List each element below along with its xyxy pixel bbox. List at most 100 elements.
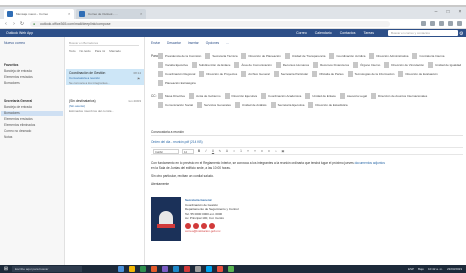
list-item[interactable]: Coordinación de Gestión Convocatoria a r… bbox=[66, 69, 144, 85]
taskbar-app-icon[interactable] bbox=[195, 266, 201, 272]
nav-link-mail[interactable]: Correo bbox=[296, 31, 307, 35]
menu-icon[interactable] bbox=[457, 21, 462, 26]
underline-icon[interactable]: U bbox=[211, 149, 215, 154]
forward-icon[interactable]: › bbox=[11, 21, 17, 27]
recipient-chip[interactable]: Dirección Ejecutiva bbox=[224, 93, 257, 99]
options-button[interactable]: Opciones bbox=[206, 41, 219, 45]
recipient-chip[interactable]: Órgano Interno bbox=[353, 62, 380, 68]
recipient-chip[interactable]: Comunicación Social bbox=[158, 102, 193, 108]
message-body[interactable]: Con fundamento en lo previsto en el Regl… bbox=[151, 161, 463, 187]
folder-account-header[interactable]: Secretaría General bbox=[4, 99, 32, 104]
image-icon[interactable]: ▣ bbox=[281, 149, 285, 154]
url-field[interactable]: ● outlook.office365.com/mail/deeplink/co… bbox=[30, 21, 390, 27]
recipient-chip[interactable]: Dirección de Estadística bbox=[308, 102, 348, 108]
taskbar-app-icon[interactable] bbox=[184, 266, 190, 272]
recipient-chip[interactable]: Dirección de Vinculación bbox=[384, 62, 424, 68]
font-select[interactable]: Calibri bbox=[153, 148, 179, 154]
taskbar-app-icon[interactable] bbox=[140, 266, 146, 272]
filter-to-me[interactable]: Para mí bbox=[95, 49, 106, 53]
close-icon[interactable]: × bbox=[457, 9, 463, 15]
recipient-chip[interactable]: Coordinación Académica bbox=[261, 93, 301, 99]
tray-clock-time[interactable]: 10:42 a. m. bbox=[428, 267, 443, 271]
recipient-chip[interactable]: Dirección de Asuntos Internacionales bbox=[370, 93, 427, 99]
align-left-icon[interactable]: ≡ bbox=[260, 149, 264, 154]
list-item[interactable]: (Sin destinatarios) (Sin asunto) Estimad… bbox=[66, 97, 144, 113]
recipient-chip[interactable]: Unidad de Enlace bbox=[305, 93, 336, 99]
extension-icon[interactable] bbox=[430, 21, 435, 26]
tray-battery[interactable]: Bajo bbox=[418, 267, 424, 271]
windows-start-icon[interactable]: ⊞ bbox=[3, 266, 9, 272]
taskbar-app-icon[interactable] bbox=[173, 266, 179, 272]
cc-recipients[interactable]: Mesa Directiva Junta de Gobierno Dirección… bbox=[158, 93, 463, 108]
maximize-icon[interactable]: □ bbox=[445, 9, 451, 15]
subject-field[interactable]: Convocatoria a reunión bbox=[151, 130, 463, 136]
tray-clock-date[interactable]: 23/03/2023 bbox=[447, 267, 462, 271]
font-color-icon[interactable]: A bbox=[225, 149, 229, 154]
indent-icon[interactable]: » bbox=[253, 149, 257, 154]
taskbar-app-icon[interactable] bbox=[206, 266, 212, 272]
body-link[interactable]: documentos adjuntos bbox=[355, 161, 385, 165]
extension-icon[interactable] bbox=[439, 21, 444, 26]
recipient-chip[interactable]: Junta de Gobierno bbox=[188, 93, 221, 99]
tab-close-icon[interactable]: × bbox=[140, 12, 144, 16]
recipient-chip[interactable]: Dirección de Planeación bbox=[241, 53, 281, 59]
recipient-chip[interactable]: Dirección Administrativa bbox=[369, 53, 408, 59]
more-button[interactable]: ... bbox=[226, 41, 229, 45]
recipient-chip[interactable]: Unidad de Igualdad bbox=[428, 62, 461, 68]
to-recipients[interactable]: Presidencia de la Comisión Secretaría Téc… bbox=[158, 53, 463, 86]
highlight-icon[interactable]: ✎ bbox=[218, 149, 222, 154]
recipient-chip[interactable]: Servicios Generales bbox=[197, 102, 231, 108]
list-search-input[interactable]: Buscar en Borradores bbox=[69, 41, 139, 46]
folder-item[interactable]: Borradores bbox=[4, 81, 20, 86]
social-icon[interactable] bbox=[185, 222, 191, 229]
folder-item[interactable]: Elementos enviados bbox=[4, 75, 33, 80]
social-icon[interactable] bbox=[201, 222, 207, 229]
recipient-chip[interactable]: Secretaría Particular bbox=[273, 71, 308, 77]
social-icon[interactable] bbox=[193, 222, 199, 229]
recipient-chip[interactable]: Recursos Financieros bbox=[313, 62, 349, 68]
recipient-chip[interactable]: Vocalía Ejecutiva bbox=[158, 62, 188, 68]
folder-item[interactable]: Elementos enviados bbox=[4, 117, 33, 122]
flag-icon[interactable]: ⚑ bbox=[137, 77, 141, 81]
back-icon[interactable]: ‹ bbox=[3, 21, 9, 27]
folder-item[interactable]: Bandeja de entrada bbox=[4, 105, 32, 110]
recipient-chip[interactable]: Unidad de Transparencia bbox=[284, 53, 325, 59]
folder-favorites-header[interactable]: Favoritos bbox=[4, 63, 18, 68]
recipient-chip[interactable]: Unidad de Análisis bbox=[234, 102, 267, 108]
filter-flagged[interactable]: Marcado bbox=[109, 49, 121, 53]
taskbar-app-icon[interactable] bbox=[217, 266, 223, 272]
recipient-chip[interactable]: Archivo General bbox=[241, 71, 270, 77]
taskbar-app-icon[interactable] bbox=[151, 266, 157, 272]
extension-icon[interactable] bbox=[448, 21, 453, 26]
recipient-chip[interactable]: Recursos Humanos bbox=[275, 62, 309, 68]
attachment-link[interactable]: Orden del día - reunión.pdf (214 KB) bbox=[151, 140, 203, 144]
recipient-chip[interactable]: Contraloría Interna bbox=[412, 53, 444, 59]
minimize-icon[interactable]: – bbox=[433, 9, 439, 15]
filter-unread[interactable]: No leído bbox=[80, 49, 91, 53]
recipient-chip[interactable]: Secretaría Técnica bbox=[205, 53, 237, 59]
recipient-chip[interactable]: Dirección de Evaluación bbox=[398, 71, 438, 77]
browser-tab[interactable]: Correo de Outlook - ... × bbox=[76, 9, 146, 19]
taskbar-app-icon[interactable] bbox=[228, 266, 234, 272]
insert-button[interactable]: Insertar bbox=[188, 41, 199, 45]
nav-link-contacts[interactable]: Contactos bbox=[340, 31, 356, 35]
new-mail-button[interactable]: Nuevo correo bbox=[4, 41, 25, 45]
nav-link-calendar[interactable]: Calendario bbox=[315, 31, 332, 35]
browser-tab[interactable]: Mensaje nuevo - Correo × bbox=[4, 9, 74, 19]
reload-icon[interactable]: ↻ bbox=[19, 21, 25, 27]
link-icon[interactable]: ⌁ bbox=[274, 149, 278, 154]
tab-close-icon[interactable]: × bbox=[68, 12, 72, 16]
numbering-icon[interactable]: 1 bbox=[239, 149, 243, 154]
align-center-icon[interactable]: ≡ bbox=[267, 149, 271, 154]
folder-item[interactable]: Correo no deseado bbox=[4, 129, 31, 134]
taskbar-app-icon[interactable] bbox=[118, 266, 124, 272]
taskbar-app-icon[interactable] bbox=[162, 266, 168, 272]
recipient-chip[interactable]: Planeación Estratégica bbox=[158, 80, 196, 86]
recipient-chip[interactable]: Área de Comunicación bbox=[234, 62, 272, 68]
recipient-chip[interactable]: Secretaría Ejecutiva bbox=[270, 102, 304, 108]
folder-item[interactable]: Notas bbox=[4, 135, 12, 140]
taskbar-search-input[interactable]: Escribe aquí para buscar bbox=[12, 266, 82, 272]
signature-email[interactable]: correo@institucion.gob.mx bbox=[185, 229, 251, 234]
recipient-chip[interactable]: Tecnologías de la Información bbox=[347, 71, 394, 77]
header-search-input[interactable]: Buscar en correo y contactos bbox=[388, 30, 458, 36]
